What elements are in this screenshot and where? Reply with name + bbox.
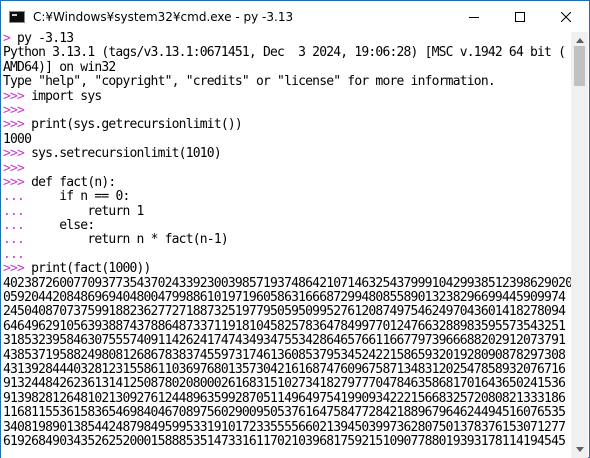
console-text: if n == 0: — [24, 190, 130, 205]
console-line: 4023872600770937735437024339230039857193… — [1, 277, 573, 291]
console-text: 0592044208486969404800479988610197196058… — [3, 291, 566, 306]
console-output[interactable]: > py -3.13 Python 3.13.1 (tags/v3.13.1:06… — [1, 32, 573, 458]
console-prompt: >>> — [3, 147, 25, 162]
console-line: 4385371958824980812686783837455973174613… — [1, 349, 573, 363]
console-prompt: ... — [3, 247, 25, 262]
console-text: else: — [24, 219, 95, 234]
console-text: 2450408707375991882362772718873251977950… — [3, 305, 566, 320]
console-line: >>> import sys — [1, 90, 573, 104]
console-text: 9132448426236131412508780208000261683151… — [3, 377, 566, 392]
console-text: return 1 — [24, 204, 144, 219]
console-line: > py -3.13 — [1, 32, 573, 46]
minimize-icon — [469, 16, 479, 18]
console-line: 3185323958463075557409114262417474349347… — [1, 334, 573, 348]
console-text: Python 3.13.1 (tags/v3.13.1:0671451, Dec… — [3, 46, 566, 61]
console-line: ... — [1, 248, 573, 262]
console-prompt: >>> — [3, 89, 25, 104]
console-text: return n * fact(n-1) — [24, 233, 228, 248]
console-prompt: >>> — [3, 161, 25, 176]
console-line: >>> print(fact(1000)) — [1, 262, 573, 276]
console-prompt: ... — [3, 190, 25, 205]
close-icon — [561, 11, 571, 22]
console-text: print(fact(1000)) — [24, 262, 151, 277]
close-button[interactable] — [543, 1, 589, 32]
console-line: ... return n * fact(n-1) — [1, 233, 573, 247]
console-line: 0592044208486969404800479988610197196058… — [1, 291, 573, 305]
cmd-window: C:¥Windows¥system32¥cmd.exe - py -3.13 >… — [0, 0, 590, 458]
console-line: 1168115536158365469840467089756029009505… — [1, 406, 573, 420]
console-text: 9139828126481021309276124489635992870511… — [3, 391, 566, 406]
console-text: 3408198901385442487984959953319101723355… — [3, 420, 566, 435]
console-line: >>> print(sys.getrecursionlimit()) — [1, 118, 573, 132]
console-text: 6192684903435262520001588853514733161170… — [3, 434, 566, 449]
console-line: 4313928444032812315586110369768013573042… — [1, 363, 573, 377]
console-text: 4385371958824980812686783837455973174613… — [3, 348, 566, 363]
console-text: def fact(n): — [24, 175, 116, 190]
console-text: 4313928444032812315586110369768013573042… — [3, 362, 566, 377]
console-text: AMD64)] on win32 — [3, 60, 116, 75]
caption-buttons — [451, 1, 589, 32]
console-text: 3185323958463075557409114262417474349347… — [3, 334, 566, 349]
console-line: ... else: — [1, 219, 573, 233]
console-text: 1000 — [3, 132, 32, 147]
vertical-scrollbar[interactable] — [571, 32, 588, 458]
console-line: 3408198901385442487984959953319101723355… — [1, 421, 573, 435]
console-line: >>> def fact(n): — [1, 176, 573, 190]
chevron-up-icon — [575, 38, 584, 43]
console-prompt: >>> — [3, 175, 25, 190]
console-line: AMD64)] on win32 — [1, 61, 573, 75]
console-text: py -3.13 — [10, 32, 74, 46]
console-prompt: >>> — [3, 103, 25, 118]
maximize-icon — [515, 11, 525, 22]
console-line: >>> — [1, 162, 573, 176]
console-prompt: ... — [3, 204, 25, 219]
title-bar[interactable]: C:¥Windows¥system32¥cmd.exe - py -3.13 — [1, 1, 589, 32]
console-text: 1168115536158365469840467089756029009505… — [3, 406, 566, 421]
cmd-icon[interactable] — [9, 10, 25, 23]
maximize-button[interactable] — [497, 1, 543, 32]
console-line: 1000 — [1, 133, 573, 147]
console-prompt: ... — [3, 233, 25, 248]
minimize-button[interactable] — [451, 1, 497, 32]
console-line: 6192684903435262520001588853514733161170… — [1, 435, 573, 449]
console-line: ... return 1 — [1, 205, 573, 219]
window-title: C:¥Windows¥system32¥cmd.exe - py -3.13 — [33, 9, 294, 24]
console-text: import sys — [24, 89, 102, 104]
console-text: sys.setrecursionlimit(1010) — [24, 147, 222, 162]
console-prompt: >>> — [3, 262, 25, 277]
console-line: 2450408707375991882362772718873251977950… — [1, 305, 573, 319]
console-line: >>> — [1, 104, 573, 118]
console-line: 9139828126481021309276124489635992870511… — [1, 392, 573, 406]
console-prompt: ... — [3, 219, 25, 234]
console-line: 6464962910563938874378864873371191810458… — [1, 320, 573, 334]
scroll-down-button[interactable] — [571, 441, 588, 458]
console-text: Type "help", "copyright", "credits" or "… — [3, 75, 496, 90]
console-text: print(sys.getrecursionlimit()) — [24, 118, 243, 133]
chevron-down-icon — [575, 447, 584, 452]
console-prompt: > — [3, 32, 11, 46]
console-text: 4023872600770937735437024339230039857193… — [3, 276, 573, 291]
console-line: 9132448426236131412508780208000261683151… — [1, 377, 573, 391]
console-line: Python 3.13.1 (tags/v3.13.1:0671451, Dec… — [1, 46, 573, 60]
console-prompt: >>> — [3, 118, 25, 133]
scroll-thumb[interactable] — [574, 46, 585, 86]
console-line: Type "help", "copyright", "credits" or "… — [1, 75, 573, 89]
console-text: 6464962910563938874378864873371191810458… — [3, 319, 566, 334]
console-line: >>> sys.setrecursionlimit(1010) — [1, 147, 573, 161]
console-line: ... if n == 0: — [1, 190, 573, 204]
